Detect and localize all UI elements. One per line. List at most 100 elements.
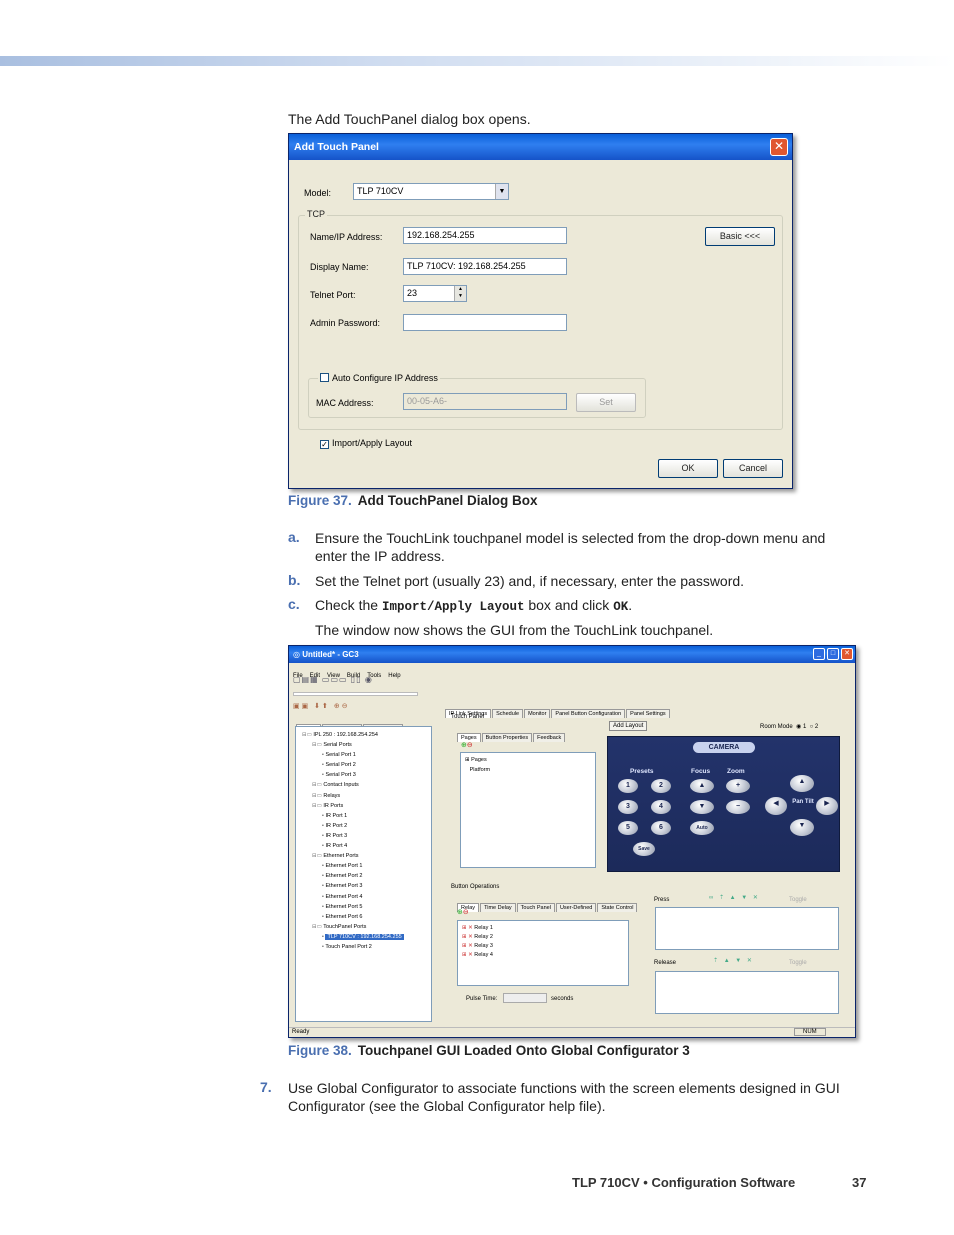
status-text: Ready: [292, 1029, 310, 1035]
tree-item[interactable]: ▪ Serial Port 1: [302, 750, 431, 760]
tilt-down-icon[interactable]: ▼: [790, 819, 814, 836]
auto-config-checkbox[interactable]: Auto Configure IP Address: [318, 373, 440, 383]
preset-6-button[interactable]: 6: [651, 821, 671, 835]
folder-icon: ⊟▭: [312, 782, 324, 789]
mac-label: MAC Address:: [316, 398, 374, 408]
preset-4-button[interactable]: 4: [651, 800, 671, 814]
mac-address-input[interactable]: 00-05-A6-: [403, 393, 567, 410]
ok-button[interactable]: OK: [658, 459, 718, 478]
checkbox-icon[interactable]: [320, 373, 329, 382]
import-layout-checkbox[interactable]: ✓ Import/Apply Layout: [320, 438, 412, 449]
preset-3-button[interactable]: 3: [618, 800, 638, 814]
tab-ops_tabs-1[interactable]: Time Delay: [480, 903, 516, 912]
preset-1-button[interactable]: 1: [618, 779, 638, 793]
tree-item[interactable]: ▪ Touch Panel Port 2: [302, 942, 431, 952]
toolbar-icons[interactable]: ▢▤▦ ▭▭▭ ▯▯ ◉: [293, 675, 423, 687]
tree-item[interactable]: ⊟▭ TouchPanel Ports: [302, 922, 431, 932]
add-layout-button[interactable]: Add Layout: [609, 721, 648, 731]
check-icon[interactable]: ✓: [320, 440, 329, 449]
step-b-text: Set the Telnet port (usually 23) and, if…: [315, 573, 745, 589]
tree-item[interactable]: ▪ Ethernet Port 4: [302, 892, 431, 902]
tree-item[interactable]: ⊟▭ Contact Inputs: [302, 780, 431, 790]
tree-item[interactable]: ▪ Ethernet Port 1: [302, 861, 431, 871]
save-button[interactable]: Save: [633, 842, 655, 856]
step-c-letter: c.: [288, 596, 300, 612]
tilt-up-icon[interactable]: ▲: [790, 775, 814, 792]
zoom-in-icon[interactable]: +: [726, 779, 750, 793]
release-actions-box[interactable]: [655, 971, 839, 1014]
toolbar-slider[interactable]: [293, 692, 418, 696]
model-label: Model:: [304, 188, 332, 198]
relay-item[interactable]: ⊞ ✕ Relay 1: [462, 924, 628, 933]
auto-button[interactable]: Auto: [690, 821, 714, 835]
focus-up-icon[interactable]: ▲: [690, 779, 714, 793]
cancel-button[interactable]: Cancel: [723, 459, 783, 478]
tree-item[interactable]: ▪ Serial Port 3: [302, 770, 431, 780]
relay-item[interactable]: ⊞ ✕ Relay 2: [462, 933, 628, 942]
minimize-button[interactable]: _: [813, 648, 825, 660]
left-toolbar-icons[interactable]: ▣▣ ⬇⬆ ⊕⊖: [293, 702, 373, 714]
tab-right_tabs-1[interactable]: Schedule: [492, 709, 524, 718]
tree-item[interactable]: ▪ IR Port 2: [302, 821, 431, 831]
tree-item[interactable]: ⊟▭ Serial Ports: [302, 740, 431, 750]
telnet-port-stepper[interactable]: 23 ▲ ▼: [403, 285, 467, 302]
focus-down-icon[interactable]: ▼: [690, 800, 714, 814]
pulse-time-input[interactable]: [503, 993, 547, 1003]
tree-item[interactable]: ⊟▭ IR Ports: [302, 801, 431, 811]
relay-icon: ⊞ ✕: [462, 952, 475, 958]
tree-item[interactable]: ▪ IR Port 4: [302, 841, 431, 851]
close-window-button[interactable]: ✕: [841, 648, 853, 660]
ip-link-tree[interactable]: ⊟▭ IPL 250 : 192.168.254.254 ⊟▭ Serial Po…: [295, 726, 432, 1022]
pages-tree[interactable]: ⊞ Pages Platform: [460, 752, 596, 868]
pan-right-icon[interactable]: ▶: [816, 797, 838, 815]
tree-item[interactable]: ⊟▭ Ethernet Ports: [302, 851, 431, 861]
tree-item[interactable]: ⊟▭ IPL 250 : 192.168.254.254: [302, 730, 431, 740]
tree-item[interactable]: ▪ IR Port 1: [302, 811, 431, 821]
add-remove-icons[interactable]: ⊕⊖: [461, 741, 473, 749]
press-actions-box[interactable]: [655, 907, 839, 950]
tree-item[interactable]: ▪ Ethernet Port 3: [302, 881, 431, 891]
button-ops-label: Button Operations: [451, 884, 500, 890]
tab-ops_tabs-2[interactable]: Touch Panel: [516, 903, 555, 912]
tab-ops_tabs-4[interactable]: State Control: [597, 903, 638, 912]
tab-sub_tabs-1[interactable]: Button Properties: [481, 733, 533, 742]
tree-item[interactable]: ▪ IR Port 3: [302, 831, 431, 841]
spin-icon[interactable]: ▲ ▼: [454, 286, 466, 301]
display-name-input[interactable]: TLP 710CV: 192.168.254.255: [403, 258, 567, 275]
tree-item[interactable]: ▪ TLP 710CV : 192.168.254.255: [302, 932, 431, 942]
basic-button[interactable]: Basic <<<: [705, 227, 775, 246]
set-button[interactable]: Set: [576, 393, 636, 412]
chevron-down-icon[interactable]: ▼: [495, 184, 508, 199]
admin-password-input[interactable]: [403, 314, 567, 331]
tab-right_tabs-4[interactable]: Panel Settings: [626, 709, 670, 718]
tab-right_tabs-3[interactable]: Panel Button Configuration: [551, 709, 626, 718]
zoom-out-icon[interactable]: −: [726, 800, 750, 814]
name-ip-input[interactable]: 192.168.254.255: [403, 227, 567, 244]
tab-sub_tabs-2[interactable]: Feedback: [533, 733, 566, 742]
focus-label: Focus: [691, 768, 711, 775]
tab-right_tabs-2[interactable]: Monitor: [524, 709, 551, 718]
camera-panel-preview[interactable]: CAMERA Presets Focus Zoom 1 2 3 4 5 6 ▲ …: [607, 736, 840, 872]
press-toolbar-icons[interactable]: ∞ ⇡ ▲ ▼ ✕: [709, 894, 760, 901]
model-select[interactable]: TLP 710CV ▼: [353, 183, 509, 200]
ops-add-remove-icons[interactable]: ⊕⊖: [457, 908, 469, 916]
tree-item[interactable]: ⊟▭ Relays: [302, 791, 431, 801]
tree-item[interactable]: ▪ Ethernet Port 6: [302, 912, 431, 922]
close-button[interactable]: ✕: [770, 138, 788, 156]
preset-5-button[interactable]: 5: [618, 821, 638, 835]
relay-item[interactable]: ⊞ ✕ Relay 4: [462, 951, 628, 960]
pan-left-icon[interactable]: ◀: [765, 797, 787, 815]
relay-item[interactable]: ⊞ ✕ Relay 3: [462, 942, 628, 951]
page-number: 37: [852, 1175, 867, 1190]
tree-item[interactable]: ▪ Serial Port 2: [302, 760, 431, 770]
preset-2-button[interactable]: 2: [651, 779, 671, 793]
folder-icon: ⊟▭: [312, 802, 324, 809]
intro-text: The Add TouchPanel dialog box opens.: [288, 111, 531, 127]
tree-item[interactable]: ▪ Ethernet Port 5: [302, 902, 431, 912]
release-toolbar-icons[interactable]: ⇡ ▲ ▼ ✕: [713, 957, 754, 964]
tree-item[interactable]: ▪ Ethernet Port 2: [302, 871, 431, 881]
relay-list[interactable]: ⊞ ✕ Relay 1 ⊞ ✕ Relay 2 ⊞ ✕ Relay 3 ⊞ ✕ Rel…: [457, 920, 629, 986]
tab-ops_tabs-3[interactable]: User-Defined: [555, 903, 597, 912]
room-mode-label: Room Mode ◉ 1 ○ 2: [760, 724, 819, 730]
maximize-button[interactable]: □: [827, 648, 839, 660]
